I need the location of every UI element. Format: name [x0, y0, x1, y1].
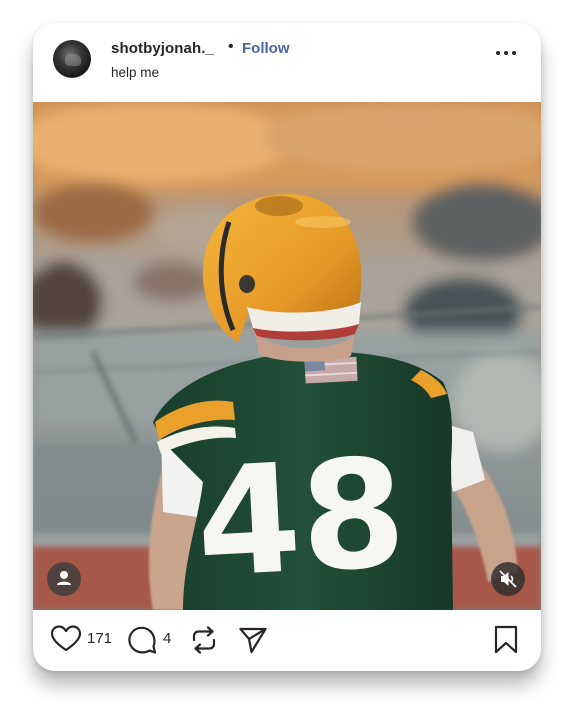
- post-caption: help me: [111, 65, 160, 80]
- more-options-icon[interactable]: [496, 47, 518, 59]
- send-icon[interactable]: [238, 625, 268, 655]
- heart-icon[interactable]: [51, 625, 81, 653]
- user-icon[interactable]: [47, 562, 81, 596]
- video-frame: 48: [33, 102, 541, 610]
- bookmark-icon[interactable]: [493, 625, 519, 655]
- post-actions: 171 4: [33, 610, 541, 671]
- post-card: shotbyjonah._ • Follow help me 48 171 4: [33, 23, 541, 671]
- jersey-number: 48: [192, 427, 410, 610]
- profile-avatar[interactable]: [53, 40, 91, 78]
- likes-count[interactable]: 171: [87, 630, 112, 647]
- post-video[interactable]: 48: [33, 102, 541, 610]
- speaker-muted-icon[interactable]: [491, 562, 525, 596]
- username[interactable]: shotbyjonah._: [111, 40, 214, 57]
- follow-button[interactable]: Follow: [242, 40, 290, 57]
- post-header: shotbyjonah._ • Follow help me: [33, 23, 541, 102]
- separator-dot: •: [228, 38, 234, 55]
- repost-icon[interactable]: [190, 625, 218, 655]
- comment-icon[interactable]: [127, 625, 157, 655]
- comments-count[interactable]: 4: [163, 630, 171, 647]
